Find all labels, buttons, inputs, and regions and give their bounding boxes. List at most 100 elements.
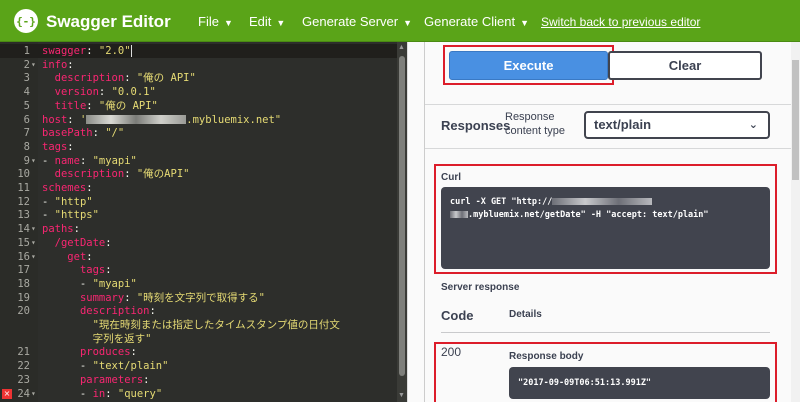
redacted-host [552, 198, 653, 205]
menu-generate-server-label: Generate Server [302, 14, 399, 29]
code-line[interactable]: 6 host: ' .mybluemix.net" [0, 113, 397, 127]
response-body-text: "2017-09-09T06:51:13.991Z" [518, 378, 652, 388]
code-text: version: "0.0.1" [42, 85, 156, 99]
code-token: : [86, 45, 99, 57]
code-token: info [42, 58, 68, 71]
editor-scrollbar-thumb[interactable] [399, 56, 405, 376]
code-token: : [79, 154, 93, 167]
code-text: - name: "myapi" [42, 154, 137, 168]
pane-splitter[interactable] [407, 42, 424, 402]
line-number: 21 [17, 346, 30, 359]
line-number: 8 [23, 140, 30, 153]
code-line[interactable]: 20 description: [0, 304, 397, 318]
code-line[interactable]: 23 parameters: [0, 373, 397, 387]
code-line[interactable]: 18 - "myapi" [0, 277, 397, 291]
menu-generate-server[interactable]: Generate Server ▼ [302, 14, 412, 29]
code-line[interactable]: 14 ▾ paths: [0, 222, 397, 236]
line-number: 23 [17, 373, 30, 386]
code-token: "現在時刻または指定したタイムスタンプ値の日付文 [42, 319, 340, 331]
code-line[interactable]: 21 produces: [0, 345, 397, 359]
code-line[interactable]: 17 tags: [0, 263, 397, 277]
code-line[interactable]: 19 summary: "時刻を文字列で取得する" [0, 291, 397, 305]
content-type-select[interactable]: text/plain ⌄ [584, 111, 770, 139]
line-number: 9 [23, 154, 30, 167]
code-line[interactable]: 字列を返す" [0, 332, 397, 346]
fold-arrow-icon[interactable]: ▾ [31, 58, 36, 72]
divider [425, 148, 791, 149]
code-token: - [42, 209, 55, 222]
execute-button[interactable]: Execute [449, 51, 608, 80]
curl-command-box[interactable]: curl -X GET "http:// .mybluemix.net/getD… [441, 187, 770, 269]
code-line[interactable]: 2 ▾ info: [0, 58, 397, 72]
line-number: 17 [17, 264, 30, 277]
code-line[interactable]: 12- "http" [0, 195, 397, 209]
line-number: 18 [17, 277, 30, 290]
code-line[interactable]: 9 ▾ - name: "myapi" [0, 154, 397, 168]
menu-file-label: File [198, 14, 219, 29]
scroll-up-icon[interactable]: ▲ [398, 44, 405, 51]
code-column-header: Code [441, 308, 474, 323]
code-token: description [79, 305, 150, 318]
menu-edit[interactable]: Edit ▼ [249, 14, 285, 29]
code-token: : [105, 387, 118, 400]
code-token: "時刻を文字列で取得する" [136, 291, 266, 304]
menu-file[interactable]: File ▼ [198, 14, 233, 29]
clear-button[interactable]: Clear [608, 51, 762, 80]
scroll-down-icon[interactable]: ▼ [398, 392, 405, 399]
code-line[interactable]: 1 swagger: "2.0" [0, 44, 397, 58]
code-token: : [143, 373, 150, 386]
code-token: swagger [42, 45, 87, 57]
line-number: 5 [23, 99, 30, 112]
curl-text-start: curl -X GET "http:// [450, 197, 553, 207]
code-line[interactable]: 7 basePath: "/" [0, 126, 397, 140]
panel-scrollbar[interactable] [791, 42, 800, 402]
code-token: "/" [105, 127, 125, 140]
fold-arrow-icon[interactable]: ▾ [31, 236, 36, 250]
code-token: : [98, 86, 112, 99]
fold-arrow-icon[interactable]: ▾ [31, 154, 36, 168]
code-editor[interactable]: 1 swagger: "2.0" 2 ▾ info: 3 description: "俺の… [0, 42, 397, 402]
fold-arrow-icon[interactable]: ▾ [31, 222, 36, 236]
code-line[interactable]: 10 description: "俺のAPI" [0, 167, 397, 181]
code-token: "text/plain" [92, 360, 169, 373]
curl-label: Curl [441, 172, 461, 183]
code-line[interactable]: 15 ▾ /getDate: [0, 236, 397, 250]
code-line[interactable]: "現在時刻または指定したタイムスタンプ値の日付文 [0, 318, 397, 332]
menu-generate-client[interactable]: Generate Client ▼ [424, 14, 529, 29]
code-text: tags: [42, 263, 112, 277]
code-token: tags [42, 140, 68, 153]
code-line[interactable]: 16 ▾ get: [0, 250, 397, 264]
code-token: "0.0.1" [111, 86, 156, 99]
code-line[interactable]: 8 tags: [0, 140, 397, 154]
code-token: basePath [42, 127, 93, 140]
code-line[interactable]: 3 description: "俺の API" [0, 71, 397, 85]
line-number: 10 [17, 168, 30, 181]
code-token: "query" [117, 387, 163, 400]
code-token: "俺のAPI" [136, 168, 190, 181]
response-body-label: Response body [509, 351, 584, 362]
app-title: Swagger Editor [46, 12, 171, 31]
fold-arrow-icon[interactable]: ▾ [31, 387, 36, 401]
code-line[interactable]: 13- "https" [0, 208, 397, 222]
code-line[interactable]: 5 title: "俺の API" [0, 99, 397, 113]
code-line[interactable]: 22 - "text/plain" [0, 359, 397, 373]
code-text: basePath: "/" [42, 126, 124, 140]
line-number: 4 [23, 86, 30, 99]
editor-scrollbar[interactable]: ▲ ▼ [397, 42, 407, 402]
code-token: description [54, 72, 125, 85]
code-line[interactable]: 11 schemes: [0, 181, 397, 195]
code-line[interactable]: 4 version: "0.0.1" [0, 85, 397, 99]
code-token: : [130, 346, 137, 359]
switch-editor-link[interactable]: Switch back to previous editor [541, 15, 700, 29]
panel-scrollbar-thumb[interactable] [792, 60, 799, 180]
code-line[interactable]: × 24 ▾ - in: "query" [0, 387, 397, 401]
code-token: - [42, 154, 55, 167]
response-body-box[interactable]: "2017-09-09T06:51:13.991Z" [509, 367, 770, 399]
code-text: info: [42, 58, 74, 72]
line-number: 24 [17, 387, 30, 400]
code-token: : [149, 305, 156, 318]
fold-arrow-icon[interactable]: ▾ [31, 250, 36, 264]
